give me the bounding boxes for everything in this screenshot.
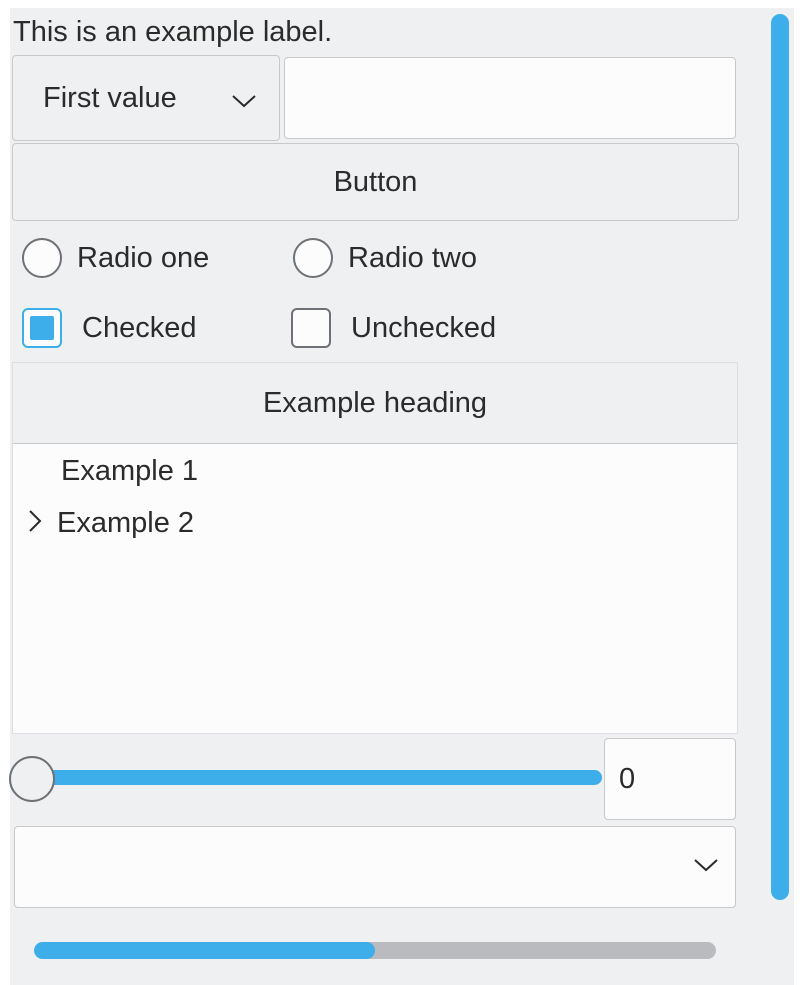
combobox-selected-value: First value [43,81,177,114]
tree-item-label: Example 2 [57,507,195,539]
example-label: This is an example label. [13,16,333,48]
tree-column-header[interactable]: Example heading [13,363,737,444]
vertical-scrollbar[interactable] [771,14,789,900]
value-combobox[interactable]: First value [12,55,280,141]
radio-two-circle[interactable] [293,238,333,278]
progress-bar [34,942,716,959]
slider-handle[interactable] [9,756,55,802]
checkbox-unchecked-box[interactable] [291,308,331,348]
radio-one[interactable]: Radio one [22,238,209,278]
tree-item-example-1[interactable]: Example 1 [61,455,198,488]
tree-view[interactable]: Example heading Example 1 Example 2 [12,362,738,734]
checkbox-checked-label: Checked [82,311,197,344]
checkbox-unchecked-label: Unchecked [351,311,497,344]
slider-track[interactable] [30,770,602,785]
tree-item-example-2[interactable]: Example 2 [27,507,194,541]
checkbox-checked[interactable]: Checked [22,308,196,348]
checkbox-checked-box[interactable] [22,308,62,348]
main-button[interactable]: Button [12,143,739,221]
spinbox-value: 0 [619,762,636,795]
slider-value-spinbox[interactable]: 0 [604,738,736,820]
radio-two[interactable]: Radio two [293,238,477,278]
tree-item-label: Example 1 [61,455,199,487]
chevron-down-icon[interactable] [693,857,719,878]
progress-bar-fill [34,942,375,959]
radio-one-circle[interactable] [22,238,62,278]
radio-two-label: Radio two [348,241,477,274]
text-input[interactable] [284,57,736,139]
chevron-down-icon [231,84,257,117]
checkbox-unchecked[interactable]: Unchecked [291,308,496,348]
radio-one-label: Radio one [77,241,210,274]
main-button-label: Button [333,165,418,198]
tree-heading-label: Example heading [262,386,488,419]
chevron-right-icon[interactable] [27,508,57,541]
editable-combobox[interactable] [14,826,736,908]
